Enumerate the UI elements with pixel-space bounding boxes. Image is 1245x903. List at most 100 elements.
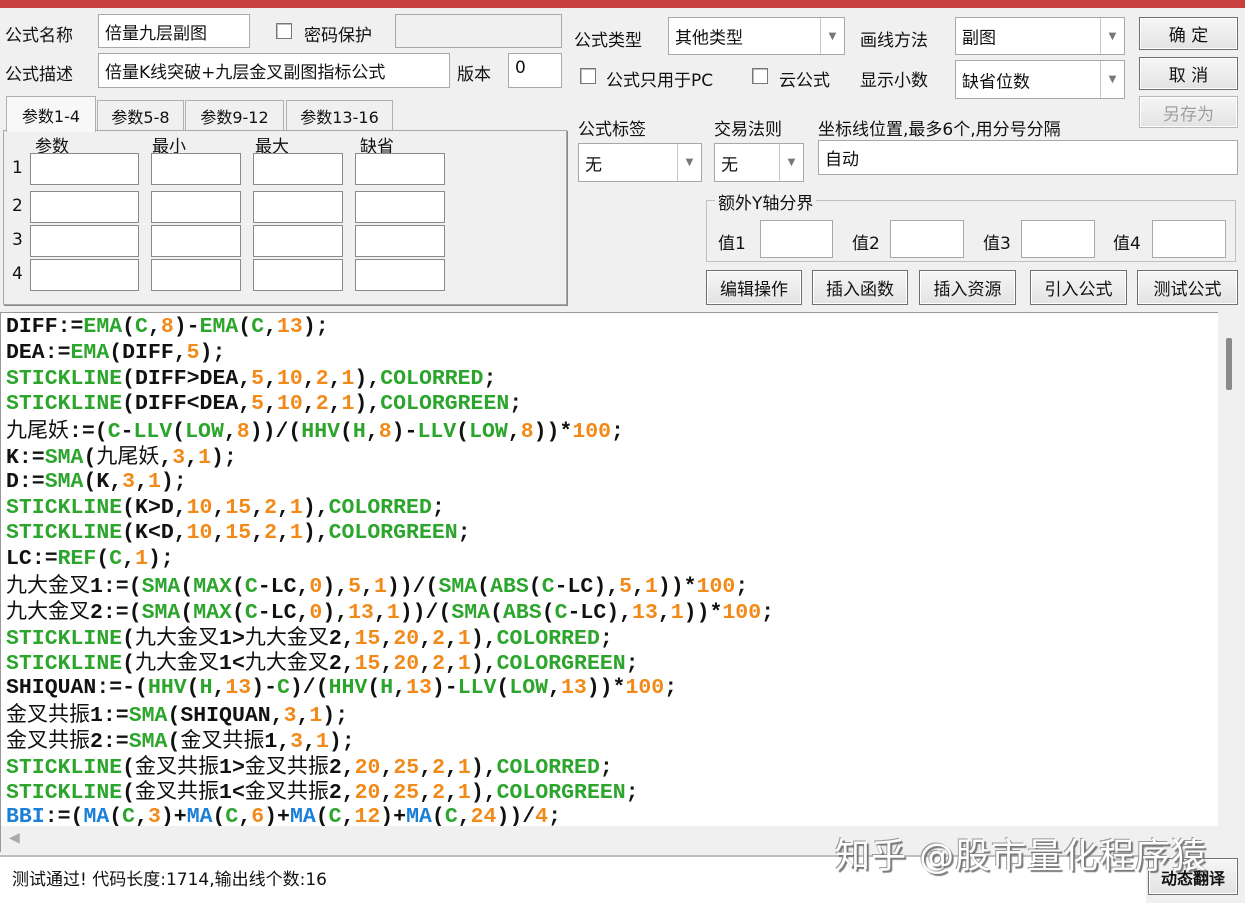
formula-tag-label: 公式标签 <box>578 120 646 140</box>
tab-params-5-8[interactable]: 参数5-8 <box>97 100 184 130</box>
param-3-name-input[interactable] <box>30 225 139 257</box>
insert-function-button[interactable]: 插入函数 <box>812 270 908 305</box>
pc-only-label: 公式只用于PC <box>606 71 714 91</box>
password-checkbox[interactable] <box>276 23 292 39</box>
cancel-button[interactable]: 取 消 <box>1139 57 1238 90</box>
code-line: 九大金叉1:=(SMA(MAX(C-LC,0),5,1))/(SMA(ABS(C… <box>6 572 749 599</box>
code-line: SHIQUAN:=-(HHV(H,13)-C)/(HHV(H,13)-LLV(L… <box>6 676 678 701</box>
code-line: DEA:=EMA(DIFF,5); <box>6 340 226 365</box>
param-4-name-input[interactable] <box>30 259 139 291</box>
formula-tag-select[interactable]: 无 ▼ <box>578 143 702 182</box>
code-line: K:=SMA(九尾妖,3,1); <box>6 443 237 470</box>
param-3-max-input[interactable] <box>253 225 343 257</box>
draw-method-value: 副图 <box>962 28 996 49</box>
scroll-left-arrow-icon[interactable]: ◀ <box>9 830 20 846</box>
extra-y-axis-caption: 额外Y轴分界 <box>715 189 817 214</box>
version-input[interactable]: 0 <box>508 53 562 88</box>
cloud-label: 云公式 <box>779 71 830 91</box>
y-value-4-label: 值4 <box>1113 234 1141 254</box>
param-1-min-input[interactable] <box>151 153 241 185</box>
param-4-max-input[interactable] <box>253 259 343 291</box>
chevron-down-icon: ▼ <box>779 144 803 181</box>
param-3-min-input[interactable] <box>151 225 241 257</box>
code-line: D:=SMA(K,3,1); <box>6 469 187 494</box>
param-row-number: 1 <box>12 158 23 178</box>
code-line: 金叉共振1:=SMA(SHIQUAN,3,1); <box>6 701 349 728</box>
code-line: STICKLINE(金叉共振1<金叉共振2,20,25,2,1),COLORGR… <box>6 779 639 806</box>
formula-type-label: 公式类型 <box>574 31 642 51</box>
scrollbar-thumb[interactable] <box>1226 338 1232 390</box>
y-value-2-label: 值2 <box>852 234 880 254</box>
code-line: STICKLINE(金叉共振1>金叉共振2,20,25,2,1),COLORRE… <box>6 753 613 780</box>
code-line: DIFF:=EMA(C,8)-EMA(C,13); <box>6 315 329 339</box>
decimals-value: 缺省位数 <box>962 72 1030 92</box>
y-value-1-input[interactable] <box>760 220 833 258</box>
formula-name-label: 公式名称 <box>5 26 73 46</box>
cloud-checkbox[interactable] <box>752 68 768 84</box>
code-line: 金叉共振2:=SMA(金叉共振1,3,1); <box>6 727 355 754</box>
y-value-1-label: 值1 <box>718 234 746 254</box>
param-row-number: 2 <box>12 196 23 216</box>
code-line: 九大金叉2:=(SMA(MAX(C-LC,0),13,1))/(SMA(ABS(… <box>6 598 775 625</box>
param-2-max-input[interactable] <box>253 191 343 223</box>
trade-rule-value: 无 <box>721 155 738 175</box>
vertical-scrollbar[interactable] <box>1218 312 1242 852</box>
param-2-min-input[interactable] <box>151 191 241 223</box>
code-line: STICKLINE(K<D,10,15,2,1),COLORGREEN; <box>6 521 471 546</box>
draw-method-select[interactable]: 副图 ▼ <box>955 17 1125 55</box>
chevron-down-icon: ▼ <box>677 144 701 181</box>
formula-desc-label: 公式描述 <box>5 65 73 85</box>
formula-type-value: 其他类型 <box>675 28 743 49</box>
param-2-name-input[interactable] <box>30 191 139 223</box>
formula-desc-input[interactable]: 倍量K线突破+九层金叉副图指标公式 <box>98 53 450 88</box>
watermark: 知乎 @股市量化程序猿 <box>835 837 1208 877</box>
formula-tag-value: 无 <box>585 155 602 175</box>
param-1-name-input[interactable] <box>30 153 139 185</box>
password-label: 密码保护 <box>304 26 372 46</box>
y-value-3-label: 值3 <box>983 234 1011 254</box>
chevron-down-icon: ▼ <box>820 18 844 54</box>
tab-params-9-12[interactable]: 参数9-12 <box>185 100 284 130</box>
edit-operation-button[interactable]: 编辑操作 <box>706 270 802 305</box>
formula-type-select[interactable]: 其他类型 ▼ <box>668 17 845 55</box>
trade-rule-select[interactable]: 无 ▼ <box>714 143 804 182</box>
param-3-default-input[interactable] <box>355 225 445 257</box>
param-row-number: 3 <box>12 230 23 250</box>
code-line: STICKLINE(DIFF>DEA,5,10,2,1),COLORRED; <box>6 366 497 391</box>
param-row-number: 4 <box>12 264 23 284</box>
axis-lines-label: 坐标线位置,最多6个,用分号分隔 <box>818 120 1061 140</box>
version-label: 版本 <box>457 65 491 85</box>
trade-rule-label: 交易法则 <box>714 120 782 140</box>
ok-button[interactable]: 确 定 <box>1139 17 1238 50</box>
chevron-down-icon: ▼ <box>1100 18 1124 54</box>
tab-params-13-16[interactable]: 参数13-16 <box>286 100 393 130</box>
axis-lines-input[interactable]: 自动 <box>818 140 1238 175</box>
code-line: 九尾妖:=(C-LLV(LOW,8))/(HHV(H,8)-LLV(LOW,8)… <box>6 418 624 445</box>
code-line: LC:=REF(C,1); <box>6 547 174 572</box>
password-input[interactable] <box>395 14 562 48</box>
insert-resource-button[interactable]: 插入资源 <box>919 270 1016 305</box>
code-editor[interactable]: DIFF:=EMA(C,8)-EMA(C,13); DEA:=EMA(DIFF,5… <box>0 312 1218 826</box>
draw-method-label: 画线方法 <box>860 31 928 51</box>
chevron-down-icon: ▼ <box>1100 61 1124 98</box>
code-line: STICKLINE(九大金叉1<九大金叉2,15,20,2,1),COLORGR… <box>6 650 639 677</box>
import-formula-button[interactable]: 引入公式 <box>1030 270 1127 305</box>
test-formula-button[interactable]: 测试公式 <box>1137 270 1238 305</box>
decimals-label: 显示小数 <box>860 71 928 91</box>
param-4-default-input[interactable] <box>355 259 445 291</box>
param-1-max-input[interactable] <box>253 153 343 185</box>
code-line: BBI:=(MA(C,3)+MA(C,6)+MA(C,12)+MA(C,24))… <box>6 805 561 826</box>
tab-params-1-4[interactable]: 参数1-4 <box>6 96 96 132</box>
y-value-3-input[interactable] <box>1021 220 1095 258</box>
pc-only-checkbox[interactable] <box>580 68 596 84</box>
formula-name-input[interactable]: 倍量九层副图 <box>98 14 250 48</box>
y-value-2-input[interactable] <box>890 220 964 258</box>
param-2-default-input[interactable] <box>355 191 445 223</box>
save-as-button[interactable]: 另存为 <box>1139 96 1238 128</box>
code-line: STICKLINE(K>D,10,15,2,1),COLORRED; <box>6 495 445 520</box>
param-4-min-input[interactable] <box>151 259 241 291</box>
code-line: STICKLINE(九大金叉1>九大金叉2,15,20,2,1),COLORRE… <box>6 624 613 651</box>
decimals-select[interactable]: 缺省位数 ▼ <box>955 60 1125 99</box>
param-1-default-input[interactable] <box>355 153 445 185</box>
y-value-4-input[interactable] <box>1152 220 1226 258</box>
